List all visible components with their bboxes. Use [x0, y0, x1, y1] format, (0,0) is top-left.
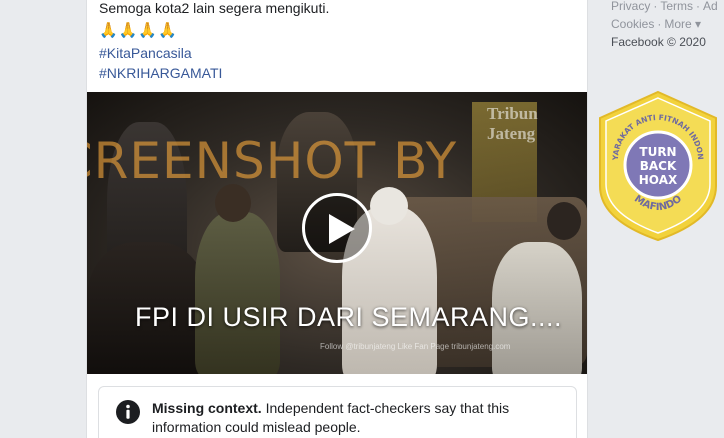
separator: ·	[657, 17, 662, 31]
screenshot-watermark: SCREENSHOT BY	[87, 132, 458, 190]
play-icon	[329, 214, 355, 244]
info-icon	[116, 400, 140, 424]
channel-logo: Tribun Jateng	[487, 104, 538, 143]
separator: ·	[653, 0, 658, 13]
post-card: Semoga kota2 lain segera mengikuti. 🙏🙏🙏🙏…	[86, 0, 588, 438]
hashtag-kitapancasila[interactable]: #KitaPancasila	[99, 43, 579, 63]
more-link[interactable]: More ▾	[664, 17, 701, 31]
more-label: More	[664, 17, 692, 31]
chevron-down-icon: ▾	[695, 17, 702, 31]
hashtag-nkriharga-mati[interactable]: #NKRIHARGAMATI	[99, 63, 579, 83]
video-person-head	[547, 202, 581, 240]
post-text-line: Semoga kota2 lain segera mengikuti.	[99, 0, 330, 16]
video-player[interactable]: Tribun Jateng SCREENSHOT BY FPI DI USIR …	[87, 92, 587, 374]
cookies-link[interactable]: Cookies	[611, 17, 654, 31]
separator: ·	[696, 0, 701, 13]
pray-emoji-row: 🙏🙏🙏🙏	[99, 22, 178, 39]
video-person	[195, 212, 280, 374]
badge-center-line: HOAX	[639, 173, 678, 187]
badge-center-line: BACK	[640, 159, 677, 173]
mafindo-badge: MASYARAKAT ANTI FITNAH INDONESIA TURN BA…	[598, 90, 717, 242]
fact-check-title: Missing context.	[152, 400, 262, 416]
footer-links-row: Privacy · Terms · Ad	[611, 0, 724, 15]
play-button[interactable]	[302, 193, 372, 263]
video-caption: FPI DI USIR DARI SEMARANG....	[135, 302, 563, 332]
post-text: Semoga kota2 lain segera mengikuti. 🙏🙏🙏🙏…	[99, 0, 579, 83]
fact-check-text: Missing context. Independent fact-checke…	[152, 399, 562, 437]
advertising-link[interactable]: Ad	[703, 0, 718, 13]
copyright: Facebook © 2020	[611, 35, 706, 49]
video-credits: Follow @tribunjateng Like Fan Page tribu…	[320, 342, 511, 351]
video-person-head	[370, 187, 408, 225]
terms-link[interactable]: Terms	[660, 0, 693, 13]
badge-center-line: TURN	[639, 145, 676, 159]
right-sidebar-footer: Privacy · Terms · Ad Cookies · More ▾ Facebook…	[611, 0, 724, 51]
fact-check-notice[interactable]: Missing context. Independent fact-checke…	[98, 386, 577, 438]
privacy-link[interactable]: Privacy	[611, 0, 650, 13]
footer-links-row: Cookies · More ▾	[611, 15, 724, 33]
